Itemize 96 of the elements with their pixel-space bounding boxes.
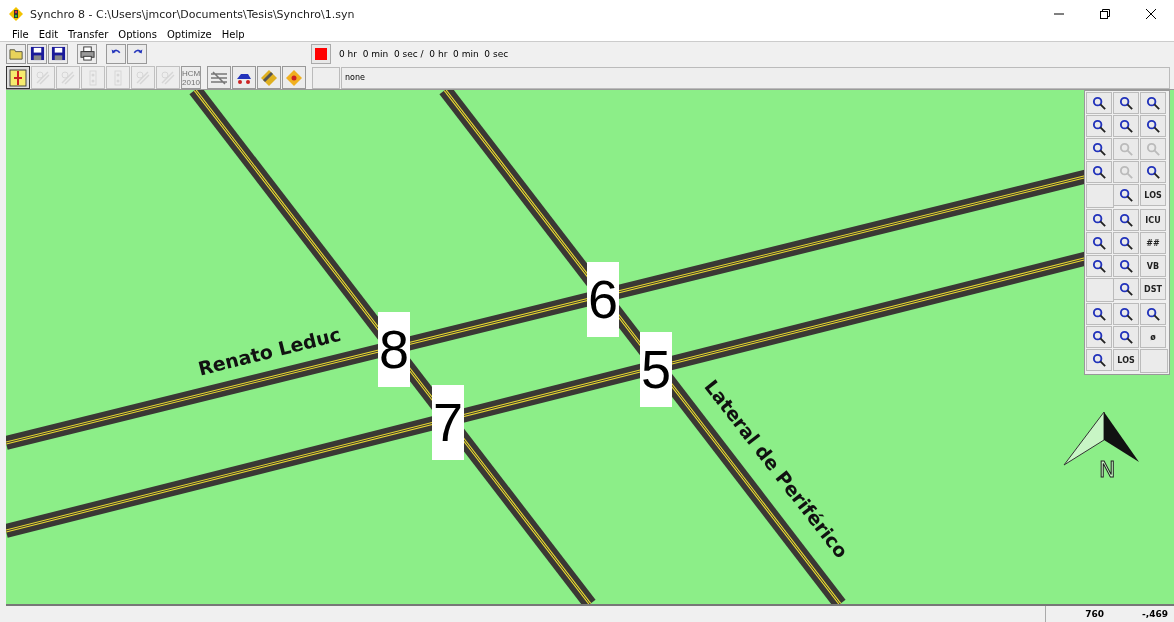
input-field[interactable] <box>312 66 340 89</box>
tool-icon <box>1091 306 1107 322</box>
toolbar-button[interactable] <box>27 43 47 64</box>
palette-button[interactable]: DST <box>1140 278 1166 300</box>
palette-button[interactable] <box>1086 138 1112 160</box>
toolbar-button[interactable] <box>77 43 97 64</box>
tool-icon <box>1145 95 1161 111</box>
tool-icon <box>1118 95 1134 111</box>
tool-icon <box>1118 187 1134 203</box>
folder-icon <box>8 46 24 61</box>
diagram-icon <box>210 68 228 87</box>
timer-text: 0 hr 0 min 0 sec / 0 hr 0 min 0 sec <box>339 48 509 59</box>
palette-button[interactable]: ## <box>1140 232 1166 254</box>
palette-button[interactable] <box>1113 232 1139 254</box>
traffic-light-icon <box>8 6 24 22</box>
palette-button[interactable] <box>1086 115 1112 137</box>
tool-icon <box>1118 281 1134 297</box>
toolbar-button[interactable] <box>106 43 126 64</box>
menu-item[interactable]: File <box>12 29 29 40</box>
palette-button[interactable] <box>1086 92 1112 114</box>
tool-icon <box>1145 164 1161 180</box>
palette-button[interactable] <box>1113 209 1139 231</box>
palette-button[interactable]: LOS <box>1113 349 1139 371</box>
tool-icon <box>1091 118 1107 134</box>
record-indicator[interactable] <box>312 44 330 63</box>
x-coordinate: 760 <box>1084 608 1105 621</box>
tool-icon <box>1118 235 1134 251</box>
y-coordinate: -,469 <box>1141 608 1169 621</box>
palette-button[interactable]: ICU <box>1140 209 1166 231</box>
menu-item[interactable]: Transfer <box>68 29 109 40</box>
palette-button[interactable] <box>1140 92 1166 114</box>
scenario-field[interactable]: none <box>341 66 1170 89</box>
toolbar-button[interactable] <box>6 66 30 89</box>
tool-icon <box>1091 141 1107 157</box>
palette-button[interactable] <box>1086 349 1112 371</box>
tool-icon <box>1118 118 1134 134</box>
palette-button[interactable] <box>1113 255 1139 277</box>
tool-icon <box>1145 306 1161 322</box>
tool-icon <box>1091 235 1107 251</box>
toolbar-button[interactable] <box>257 66 281 89</box>
palette-button[interactable] <box>1113 115 1139 137</box>
tool-icon <box>1091 95 1107 111</box>
menu-item[interactable]: Options <box>118 29 157 40</box>
tool-icon <box>1091 329 1107 345</box>
tool-icon <box>1091 258 1107 274</box>
palette-button[interactable]: ø <box>1140 326 1166 348</box>
tool-icon <box>1145 118 1161 134</box>
palette-button[interactable] <box>1113 278 1139 300</box>
palette-button[interactable]: VB <box>1140 255 1166 277</box>
toolbar-button[interactable] <box>48 43 68 64</box>
warning-sign-icon <box>285 68 303 87</box>
palette-button[interactable] <box>1086 326 1112 348</box>
toolbar-button[interactable] <box>127 43 147 64</box>
restore-icon <box>1100 9 1110 19</box>
tool-icon <box>1118 258 1134 274</box>
tool-icon <box>1091 212 1107 228</box>
street-label: Renato Leduc <box>195 322 343 380</box>
palette-button[interactable] <box>1140 115 1166 137</box>
palette-button[interactable] <box>1113 92 1139 114</box>
window-title: Synchro 8 - C:\Users\jmcor\Documents\Tesis\Synchro\1.syn <box>30 7 355 21</box>
tool-icon <box>1091 352 1107 368</box>
close-icon <box>1146 9 1156 19</box>
menu-item[interactable]: Optimize <box>166 29 212 40</box>
node-label[interactable]: 5 <box>640 332 672 407</box>
node-label[interactable]: 7 <box>432 385 464 460</box>
menu-item[interactable]: Edit <box>38 29 59 40</box>
node-label[interactable]: 8 <box>378 312 410 387</box>
palette-button[interactable] <box>1113 303 1139 325</box>
palette-button[interactable] <box>1113 184 1139 206</box>
tool-icon <box>1118 164 1134 180</box>
node-label[interactable]: 6 <box>587 262 619 337</box>
tool-icon <box>1118 306 1134 322</box>
printer-icon <box>79 46 95 61</box>
palette-button[interactable] <box>1086 209 1112 231</box>
palette-button[interactable]: LOS <box>1140 184 1166 206</box>
palette-button[interactable] <box>1086 303 1112 325</box>
tool-icon <box>1118 141 1134 157</box>
toolbar-button[interactable] <box>232 66 256 89</box>
road-sign-icon <box>260 68 278 87</box>
menu-item[interactable]: Help <box>221 29 245 40</box>
tool-icon <box>34 68 52 87</box>
tool-icon <box>1145 141 1161 157</box>
palette-button[interactable] <box>1140 161 1166 183</box>
tool-icon <box>1118 329 1134 345</box>
north-label: N <box>1099 457 1116 482</box>
palette-button[interactable] <box>1113 326 1139 348</box>
palette-button[interactable] <box>1086 232 1112 254</box>
palette-button[interactable] <box>1086 161 1112 183</box>
node-icon <box>9 68 27 87</box>
tool-icon <box>159 68 177 87</box>
tool-icon <box>59 68 77 87</box>
palette-button[interactable] <box>1086 255 1112 277</box>
tool-icon <box>134 68 152 87</box>
tool-icon <box>1118 212 1134 228</box>
palette-button[interactable] <box>1140 303 1166 325</box>
tool-icon <box>1091 164 1107 180</box>
